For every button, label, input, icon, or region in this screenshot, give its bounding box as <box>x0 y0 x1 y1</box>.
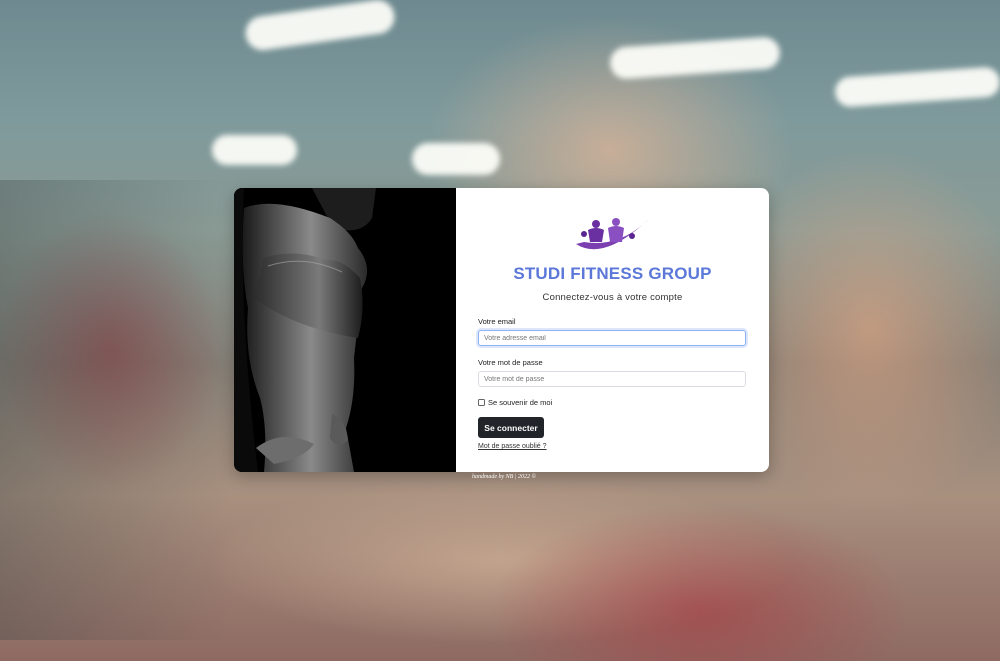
login-button[interactable]: Se connecter <box>478 417 544 438</box>
remember-me-checkbox[interactable] <box>478 399 485 406</box>
login-card: STUDI FITNESS GROUP Connectez-vous à vot… <box>234 188 769 472</box>
login-form-panel: STUDI FITNESS GROUP Connectez-vous à vot… <box>456 188 769 472</box>
password-label: Votre mot de passe <box>478 358 543 367</box>
remember-me-row[interactable]: Se souvenir de moi <box>478 398 552 407</box>
athletes-swoosh-logo <box>574 214 652 261</box>
footer-credit: handmade by NB | 2022 © <box>472 474 537 480</box>
remember-me-label: Se souvenir de moi <box>488 398 553 407</box>
ceiling-light <box>212 135 297 165</box>
ceiling-light <box>243 0 397 53</box>
login-subtitle: Connectez-vous à votre compte <box>542 292 683 303</box>
background-shade <box>0 180 230 640</box>
ceiling-light <box>412 143 500 175</box>
email-input[interactable] <box>478 330 746 346</box>
forgot-password-link[interactable]: Mot de passe oublié ? <box>478 443 547 450</box>
brand-title: STUDI FITNESS GROUP <box>513 264 712 283</box>
ceiling-light <box>834 66 1000 108</box>
password-input[interactable] <box>478 371 746 387</box>
woman-athlete-photo <box>234 188 456 472</box>
email-label: Votre email <box>478 317 516 326</box>
ceiling-light <box>609 36 781 80</box>
